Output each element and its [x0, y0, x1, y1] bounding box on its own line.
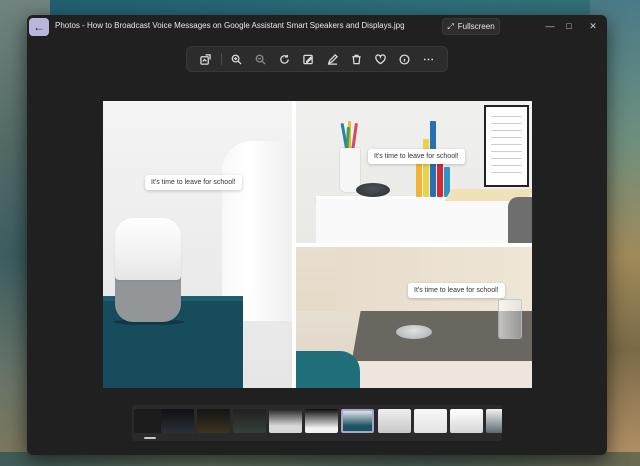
filmstrip-thumbnail[interactable]: [161, 409, 194, 433]
favorite-button[interactable]: [368, 48, 392, 70]
delete-button[interactable]: [344, 48, 368, 70]
back-arrow-icon: ←: [33, 20, 45, 34]
photo-canvas[interactable]: It's time to leave for school! It's time…: [103, 101, 532, 388]
photos-app-window: ← Photos - How to Broadcast Voice Messag…: [27, 15, 607, 455]
zoom-out-button[interactable]: [249, 48, 273, 70]
frame-text: [491, 113, 522, 179]
filmstrip-thumbnail-selected[interactable]: [341, 409, 374, 433]
filmstrip-thumbnail[interactable]: [197, 409, 230, 433]
wall-frame: [484, 105, 529, 187]
voice-message-caption: It's time to leave for school!: [368, 149, 465, 164]
photo-panel-bedside: It's time to leave for school!: [296, 247, 532, 388]
rotate-button[interactable]: [273, 48, 297, 70]
filmstrip-thumbnail[interactable]: [305, 409, 338, 433]
minimize-button[interactable]: —: [541, 19, 559, 33]
google-home-speaker: [115, 218, 181, 280]
toolbar-separator: [220, 53, 222, 65]
expand-icon: ⤢: [447, 21, 454, 31]
side-table-front: [352, 361, 532, 388]
edit-image-button[interactable]: [194, 48, 218, 70]
zoom-out-icon: [255, 54, 266, 65]
teal-blanket: [296, 351, 360, 388]
fullscreen-label: Fullscreen: [457, 22, 495, 31]
pencil: [351, 122, 358, 152]
filmstrip-thumbnail[interactable]: [450, 409, 483, 433]
voice-message-caption: It's time to leave for school!: [408, 283, 505, 298]
edit-image-icon: [200, 53, 212, 65]
window-title: Photos - How to Broadcast Voice Messages…: [55, 21, 405, 30]
google-home-mini-charcoal: [356, 183, 390, 197]
close-icon: ✕: [589, 20, 597, 31]
water-glass: [498, 299, 522, 339]
zoom-in-button[interactable]: [225, 48, 249, 70]
google-home-mini-chalk: [396, 325, 432, 339]
info-button[interactable]: [392, 48, 416, 70]
edit-button[interactable]: [297, 48, 321, 70]
back-button[interactable]: ←: [29, 18, 49, 36]
minimize-icon: —: [545, 21, 555, 31]
image-toolbar: [186, 46, 448, 72]
filmstrip-thumbnail[interactable]: [378, 409, 411, 433]
photo-panel-bedroom: It's time to leave for school!: [103, 101, 292, 388]
info-icon: [399, 53, 410, 65]
more-options-button[interactable]: [416, 48, 440, 70]
rotate-icon: [280, 54, 289, 64]
draw-icon: [327, 53, 338, 65]
filmstrip-thumbnail[interactable]: [414, 409, 447, 433]
desk: [316, 199, 516, 243]
filmstrip-thumbnail[interactable]: [269, 409, 302, 433]
bed-sheet: [222, 141, 292, 321]
edit-icon: [303, 54, 313, 64]
close-button[interactable]: ✕: [584, 19, 602, 33]
pencil-cup: [340, 148, 360, 192]
filmstrip-thumbnail[interactable]: [233, 409, 266, 433]
fullscreen-button[interactable]: ⤢ Fullscreen: [442, 18, 500, 35]
book: [423, 139, 429, 197]
filmstrip-thumbnail[interactable]: [486, 409, 502, 433]
zoom-in-icon: [231, 54, 242, 65]
photo-panel-desk: It's time to leave for school!: [296, 101, 532, 243]
chair-blanket: [508, 197, 532, 243]
maximize-icon: □: [566, 21, 572, 31]
title-bar: ← Photos - How to Broadcast Voice Messag…: [27, 15, 607, 39]
maximize-button[interactable]: □: [560, 19, 578, 33]
draw-button[interactable]: [320, 48, 344, 70]
more-options-icon: [423, 58, 433, 60]
delete-icon: [352, 54, 361, 64]
filmstrip-scroll-indicator: [144, 437, 156, 439]
google-home-base: [115, 276, 181, 322]
filmstrip: [132, 405, 502, 441]
favorite-icon: [375, 53, 386, 64]
voice-message-caption: It's time to leave for school!: [145, 175, 242, 190]
